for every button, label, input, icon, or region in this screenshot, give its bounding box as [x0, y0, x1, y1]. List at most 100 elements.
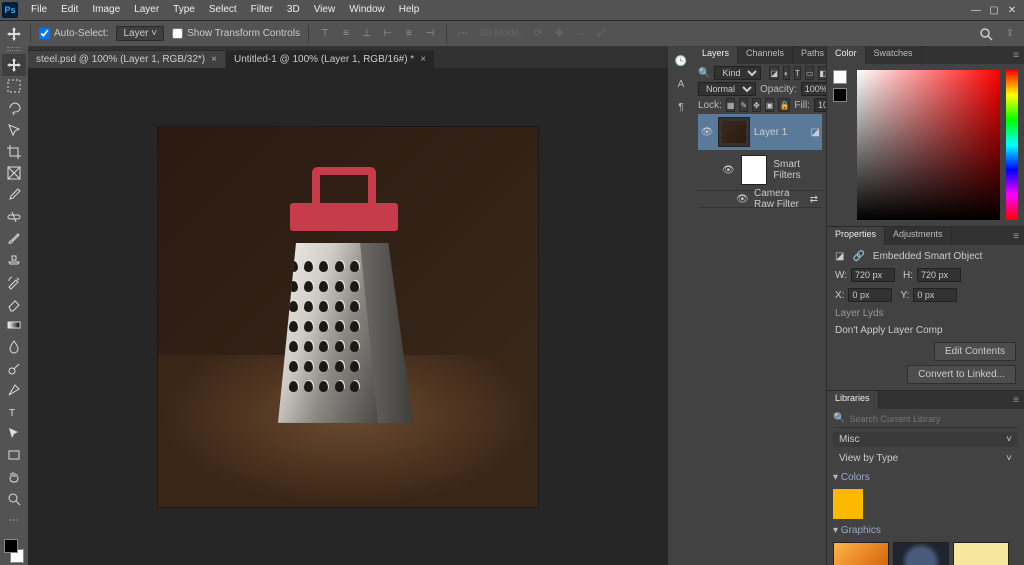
rectangle-tool[interactable]	[2, 445, 26, 467]
layer-comp-select[interactable]: Don't Apply Layer Comp	[835, 325, 1016, 336]
filter-kind-select[interactable]: Kind	[714, 66, 761, 80]
background-color-swatch[interactable]	[833, 88, 847, 102]
clone-stamp-tool[interactable]	[2, 249, 26, 271]
visibility-toggle-icon[interactable]: 👁	[736, 194, 748, 205]
menu-select[interactable]: Select	[202, 0, 244, 20]
toolbar-grip[interactable]	[3, 47, 25, 52]
edit-toolbar[interactable]: ⋯	[2, 510, 26, 532]
close-icon[interactable]: ×	[420, 54, 426, 65]
search-icon[interactable]	[978, 26, 994, 42]
tab-layers[interactable]: Layers	[694, 46, 738, 64]
height-input[interactable]	[917, 268, 961, 282]
convert-to-linked-button[interactable]: Convert to Linked...	[907, 365, 1016, 384]
share-icon[interactable]: ⇪	[1002, 26, 1018, 42]
filter-pixel-icon[interactable]: ◪	[769, 66, 779, 80]
menu-view[interactable]: View	[307, 0, 343, 20]
auto-select-mode[interactable]: Layer ˅	[116, 26, 164, 41]
foreground-background-swatches[interactable]	[2, 537, 26, 565]
colors-section-header[interactable]: Colors	[833, 470, 1018, 485]
crop-tool[interactable]	[2, 141, 26, 163]
visibility-toggle-icon[interactable]: 👁	[722, 165, 735, 176]
align-horizontal-centers-icon[interactable]: ≡	[401, 26, 417, 42]
more-options-icon[interactable]: ⋯	[455, 26, 471, 42]
visibility-toggle-icon[interactable]: 👁	[700, 127, 714, 138]
document-tab[interactable]: Untitled-1 @ 100% (Layer 1, RGB/16#) * ×	[226, 50, 434, 68]
filter-shape-icon[interactable]: ▭	[805, 66, 815, 80]
menu-edit[interactable]: Edit	[54, 0, 85, 20]
menu-window[interactable]: Window	[342, 0, 392, 20]
lock-all-icon[interactable]: 🔒	[778, 98, 790, 112]
panel-menu-icon[interactable]: ≡	[1008, 46, 1024, 64]
blend-mode-select[interactable]: Normal	[698, 82, 756, 96]
lasso-tool[interactable]	[2, 97, 26, 119]
filter-blend-icon[interactable]: ⇄	[810, 194, 818, 205]
filter-type-icon[interactable]: T	[794, 66, 801, 80]
search-icon[interactable]: 🔍	[698, 68, 710, 79]
dodge-tool[interactable]	[2, 358, 26, 380]
align-left-edges-icon[interactable]: ⊢	[380, 26, 396, 42]
transform-controls-checkbox[interactable]: Show Transform Controls	[172, 28, 300, 39]
align-vertical-centers-icon[interactable]: ≡	[338, 26, 354, 42]
y-input[interactable]	[913, 288, 957, 302]
marquee-tool[interactable]	[2, 76, 26, 98]
width-input[interactable]	[851, 268, 895, 282]
library-graphic-item[interactable]	[833, 542, 889, 565]
tab-color[interactable]: Color	[827, 46, 866, 64]
smart-filters-row[interactable]: 👁 Smart Filters	[698, 152, 822, 188]
blur-tool[interactable]	[2, 336, 26, 358]
move-tool-icon[interactable]	[6, 26, 22, 42]
foreground-color-swatch[interactable]	[833, 70, 847, 84]
view-by-type[interactable]: View by Type˅	[833, 451, 1018, 466]
menu-file[interactable]: File	[24, 0, 54, 20]
menu-image[interactable]: Image	[85, 0, 127, 20]
path-select-tool[interactable]	[2, 423, 26, 445]
library-search[interactable]: 🔍	[833, 413, 1018, 428]
hand-tool[interactable]	[2, 466, 26, 488]
library-search-input[interactable]	[849, 414, 1018, 424]
menu-type[interactable]: Type	[166, 0, 202, 20]
zoom-tool[interactable]	[2, 488, 26, 510]
lock-paint-icon[interactable]: ✎	[739, 98, 748, 112]
filter-adjust-icon[interactable]: ◐	[783, 66, 790, 80]
tab-adjustments[interactable]: Adjustments	[885, 227, 952, 245]
edit-contents-button[interactable]: Edit Contents	[934, 342, 1016, 361]
eraser-tool[interactable]	[2, 293, 26, 315]
history-panel-icon[interactable]: 🕓	[670, 50, 692, 72]
panel-menu-icon[interactable]: ≡	[1008, 227, 1024, 245]
tab-swatches[interactable]: Swatches	[866, 46, 922, 64]
tab-libraries[interactable]: Libraries	[827, 391, 879, 409]
library-graphic-item[interactable]	[953, 542, 1009, 565]
library-graphic-item[interactable]	[893, 542, 949, 565]
brush-tool[interactable]	[2, 228, 26, 250]
window-minimize-button[interactable]: —	[970, 5, 982, 15]
close-icon[interactable]: ×	[211, 54, 217, 65]
paragraph-panel-icon[interactable]: ¶	[670, 96, 692, 118]
foreground-swatch[interactable]	[4, 539, 18, 553]
history-brush-tool[interactable]	[2, 271, 26, 293]
panel-menu-icon[interactable]: ≡	[1008, 391, 1024, 409]
gradient-tool[interactable]	[2, 314, 26, 336]
filter-item[interactable]: 👁 Camera Raw Filter ⇄	[698, 190, 822, 208]
type-tool[interactable]: T	[2, 401, 26, 423]
window-close-button[interactable]: ✕	[1006, 5, 1018, 15]
auto-select-checkbox[interactable]: Auto-Select:	[39, 28, 108, 39]
align-top-edges-icon[interactable]: ⊤	[317, 26, 333, 42]
pen-tool[interactable]	[2, 379, 26, 401]
lock-position-icon[interactable]: ✥	[752, 98, 761, 112]
color-field[interactable]	[857, 70, 1000, 220]
layer-name[interactable]: Layer 1	[754, 127, 787, 138]
window-restore-button[interactable]: ▢	[988, 5, 1000, 15]
align-bottom-edges-icon[interactable]: ⊥	[359, 26, 375, 42]
document-tab[interactable]: steel.psd @ 100% (Layer 1, RGB/32*) ×	[28, 50, 225, 68]
menu-filter[interactable]: Filter	[244, 0, 280, 20]
canvas-viewport[interactable]	[28, 68, 668, 565]
tab-properties[interactable]: Properties	[827, 227, 885, 245]
x-input[interactable]	[848, 288, 892, 302]
eyedropper-tool[interactable]	[2, 184, 26, 206]
healing-brush-tool[interactable]	[2, 206, 26, 228]
frame-tool[interactable]	[2, 162, 26, 184]
filter-mask-thumbnail[interactable]	[741, 155, 768, 185]
graphics-section-header[interactable]: Graphics	[833, 523, 1018, 538]
hue-slider[interactable]	[1006, 70, 1018, 220]
library-select[interactable]: Misc˅	[833, 432, 1018, 447]
